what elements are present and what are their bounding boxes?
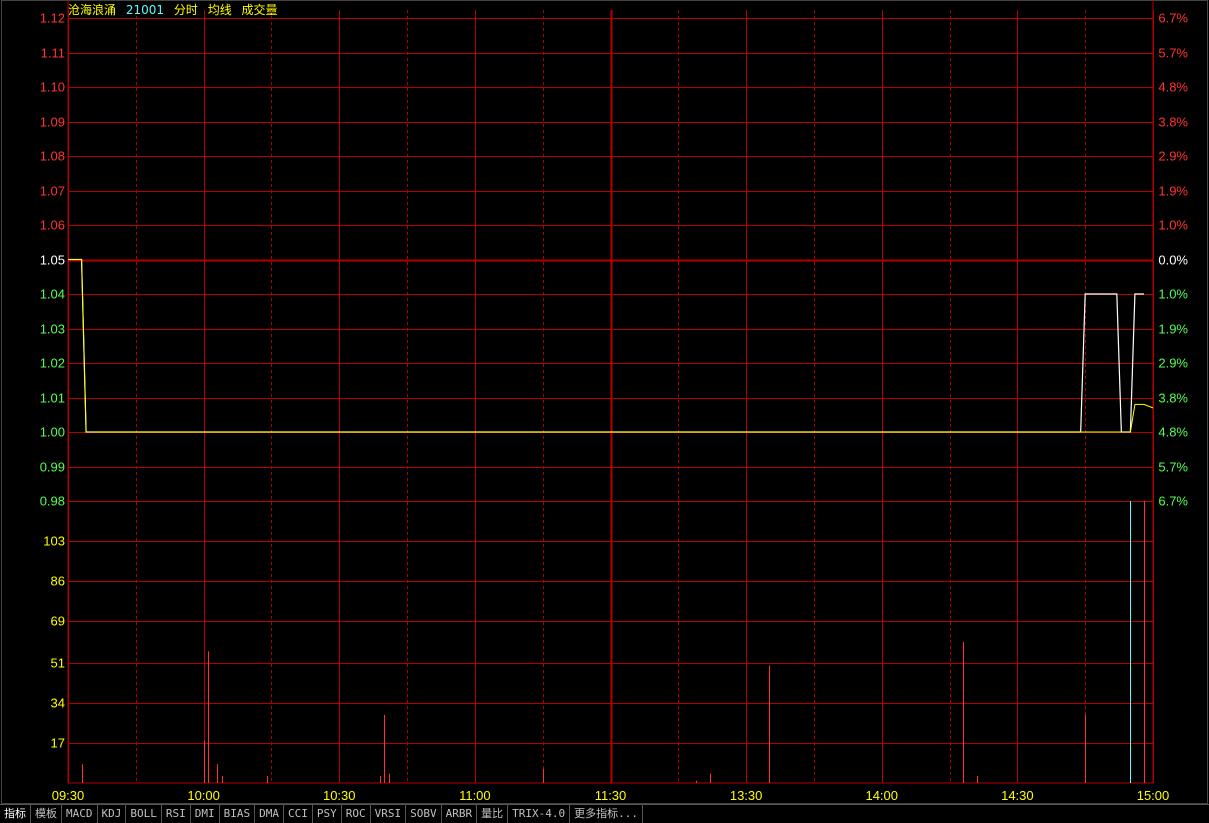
pct-tick-label: 2.9%	[1158, 356, 1188, 371]
volume-tick-label: 86	[51, 574, 65, 589]
indicator-button[interactable]: VRSI	[371, 805, 407, 823]
pct-tick-label: 4.8%	[1158, 80, 1188, 95]
volume-tick-label: 69	[51, 614, 65, 629]
time-tick-label: 14:30	[1001, 788, 1034, 803]
outer-frame	[1, 0, 1208, 804]
price-tick-label: 0.99	[40, 460, 65, 475]
pct-tick-label: 6.7%	[1158, 11, 1188, 26]
pct-tick-label: 3.8%	[1158, 391, 1188, 406]
price-tick-label: 1.12	[40, 11, 65, 26]
price-tick-label: 1.08	[40, 149, 65, 164]
volume-tick-label: 103	[43, 534, 65, 549]
time-tick-label: 15:00	[1137, 788, 1170, 803]
pct-tick-label: 4.8%	[1158, 425, 1188, 440]
pct-tick-label: 1.0%	[1158, 287, 1188, 302]
price-tick-label: 1.06	[40, 218, 65, 233]
indicator-button[interactable]: DMA	[255, 805, 284, 823]
time-tick-label: 14:00	[865, 788, 898, 803]
pct-tick-label: 1.0%	[1158, 218, 1188, 233]
indicator-button[interactable]: CCI	[284, 805, 313, 823]
indicator-button[interactable]: BOLL	[126, 805, 162, 823]
pct-tick-label: 5.7%	[1158, 46, 1188, 61]
price-tick-label: 1.11	[41, 46, 65, 61]
time-tick-label: 10:00	[187, 788, 220, 803]
price-tick-label: 1.07	[40, 184, 65, 199]
indicator-button[interactable]: 指标	[0, 805, 31, 823]
time-tick-label: 10:30	[323, 788, 356, 803]
pct-tick-label: 5.7%	[1158, 460, 1188, 475]
volume-tick-label: 51	[51, 656, 65, 671]
pct-tick-label: 2.9%	[1158, 149, 1188, 164]
pct-tick-label: 3.8%	[1158, 115, 1188, 130]
price-tick-label: 1.01	[40, 391, 65, 406]
price-tick-label: 1.04	[40, 287, 65, 302]
pct-tick-label: 1.9%	[1158, 322, 1188, 337]
indicator-toolbar: 指标 模板 MACD KDJ BOLL RSI DMI BIAS DMA CCI PSY ROC VRS…	[0, 804, 1209, 823]
indicator-button[interactable]: BIAS	[220, 805, 256, 823]
indicator-button[interactable]: TRIX-4.0	[508, 805, 571, 823]
price-tick-label: 1.10	[40, 80, 65, 95]
indicator-button[interactable]: KDJ	[98, 805, 127, 823]
volume-tick-label: 17	[51, 736, 65, 751]
indicator-button[interactable]: 更多指标...	[570, 805, 643, 823]
indicator-button[interactable]: SOBV	[406, 805, 442, 823]
price-tick-label: 0.98	[40, 494, 65, 509]
indicator-button[interactable]: MACD	[62, 805, 98, 823]
price-tick-label: 1.03	[40, 322, 65, 337]
indicator-button[interactable]: ROC	[342, 805, 371, 823]
price-tick-label: 1.09	[40, 115, 65, 130]
indicator-button[interactable]: DMI	[191, 805, 220, 823]
price-tick-label: 1.00	[40, 425, 65, 440]
indicator-button[interactable]: PSY	[313, 805, 342, 823]
pct-tick-label: 6.7%	[1158, 494, 1188, 509]
pct-tick-label: 1.9%	[1158, 184, 1188, 199]
time-tick-label: 11:00	[459, 788, 491, 803]
price-line	[68, 258, 1144, 433]
indicator-button[interactable]: ARBR	[442, 805, 478, 823]
intraday-chart: 1.12 6.7% 1.11 5.7% 1.10 4.8% 1.09 3.8% 1.08 2.9%…	[1, 0, 1208, 804]
time-tick-label: 11:30	[595, 788, 627, 803]
price-tick-label: 1.05	[40, 253, 65, 268]
time-tick-label: 09:30	[52, 788, 85, 803]
indicator-button[interactable]: 模板	[31, 805, 62, 823]
indicator-button[interactable]: RSI	[162, 805, 191, 823]
indicator-button[interactable]: 量比	[477, 805, 509, 823]
price-tick-label: 1.02	[40, 356, 65, 371]
time-tick-label: 13:30	[730, 788, 763, 803]
volume-tick-label: 34	[51, 696, 65, 711]
pct-tick-label: 0.0%	[1158, 253, 1188, 268]
